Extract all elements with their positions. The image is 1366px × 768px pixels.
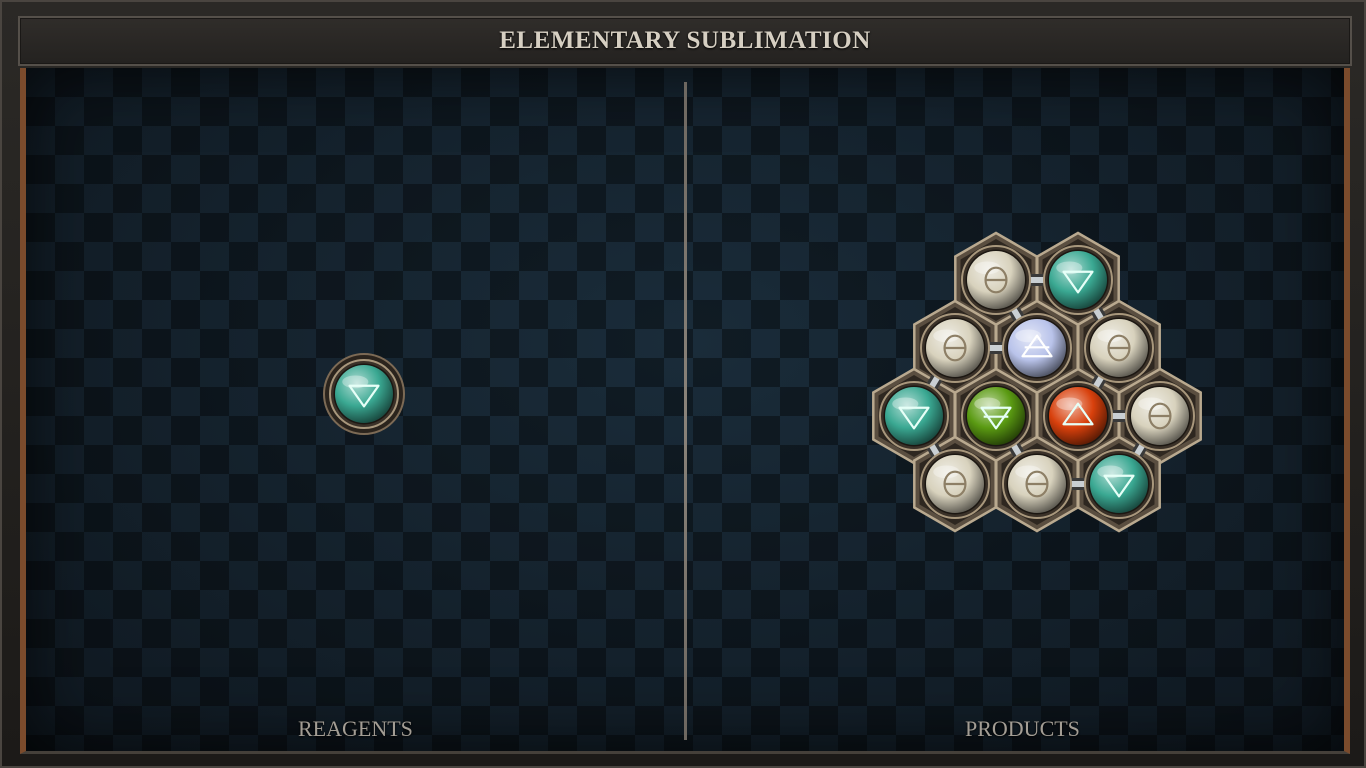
title-bar: ELEMENTARY SUBLIMATION (18, 16, 1352, 66)
reagent-atom-water[interactable] (322, 352, 406, 436)
product-atom-fire[interactable] (1043, 381, 1113, 451)
product-atom-earth[interactable] (961, 381, 1031, 451)
product-atom-water[interactable] (879, 381, 949, 451)
product-atom-air[interactable] (1002, 313, 1072, 383)
product-molecule[interactable] (852, 231, 1202, 550)
product-atom-salt[interactable] (1125, 381, 1195, 451)
product-atom-salt[interactable] (1002, 449, 1072, 519)
product-atom-salt[interactable] (920, 313, 990, 383)
game-window: ELEMENTARY SUBLIMATION REAGENTS PRODUCTS (0, 0, 1366, 768)
reagents-label: REAGENTS (298, 716, 413, 741)
products-label: PRODUCTS (965, 716, 1080, 741)
product-atom-water[interactable] (1084, 449, 1154, 519)
reagent-atom-water[interactable] (329, 359, 399, 429)
product-atom-salt[interactable] (961, 245, 1031, 315)
product-molecule-graphic (872, 231, 1202, 533)
page-title: ELEMENTARY SUBLIMATION (499, 27, 871, 54)
panel-divider (684, 82, 687, 740)
water-atom-icon (323, 353, 405, 435)
product-atom-salt[interactable] (920, 449, 990, 519)
puzzle-board: REAGENTS PRODUCTS (20, 68, 1350, 754)
product-atom-salt[interactable] (1084, 313, 1154, 383)
product-atom-water[interactable] (1043, 245, 1113, 315)
